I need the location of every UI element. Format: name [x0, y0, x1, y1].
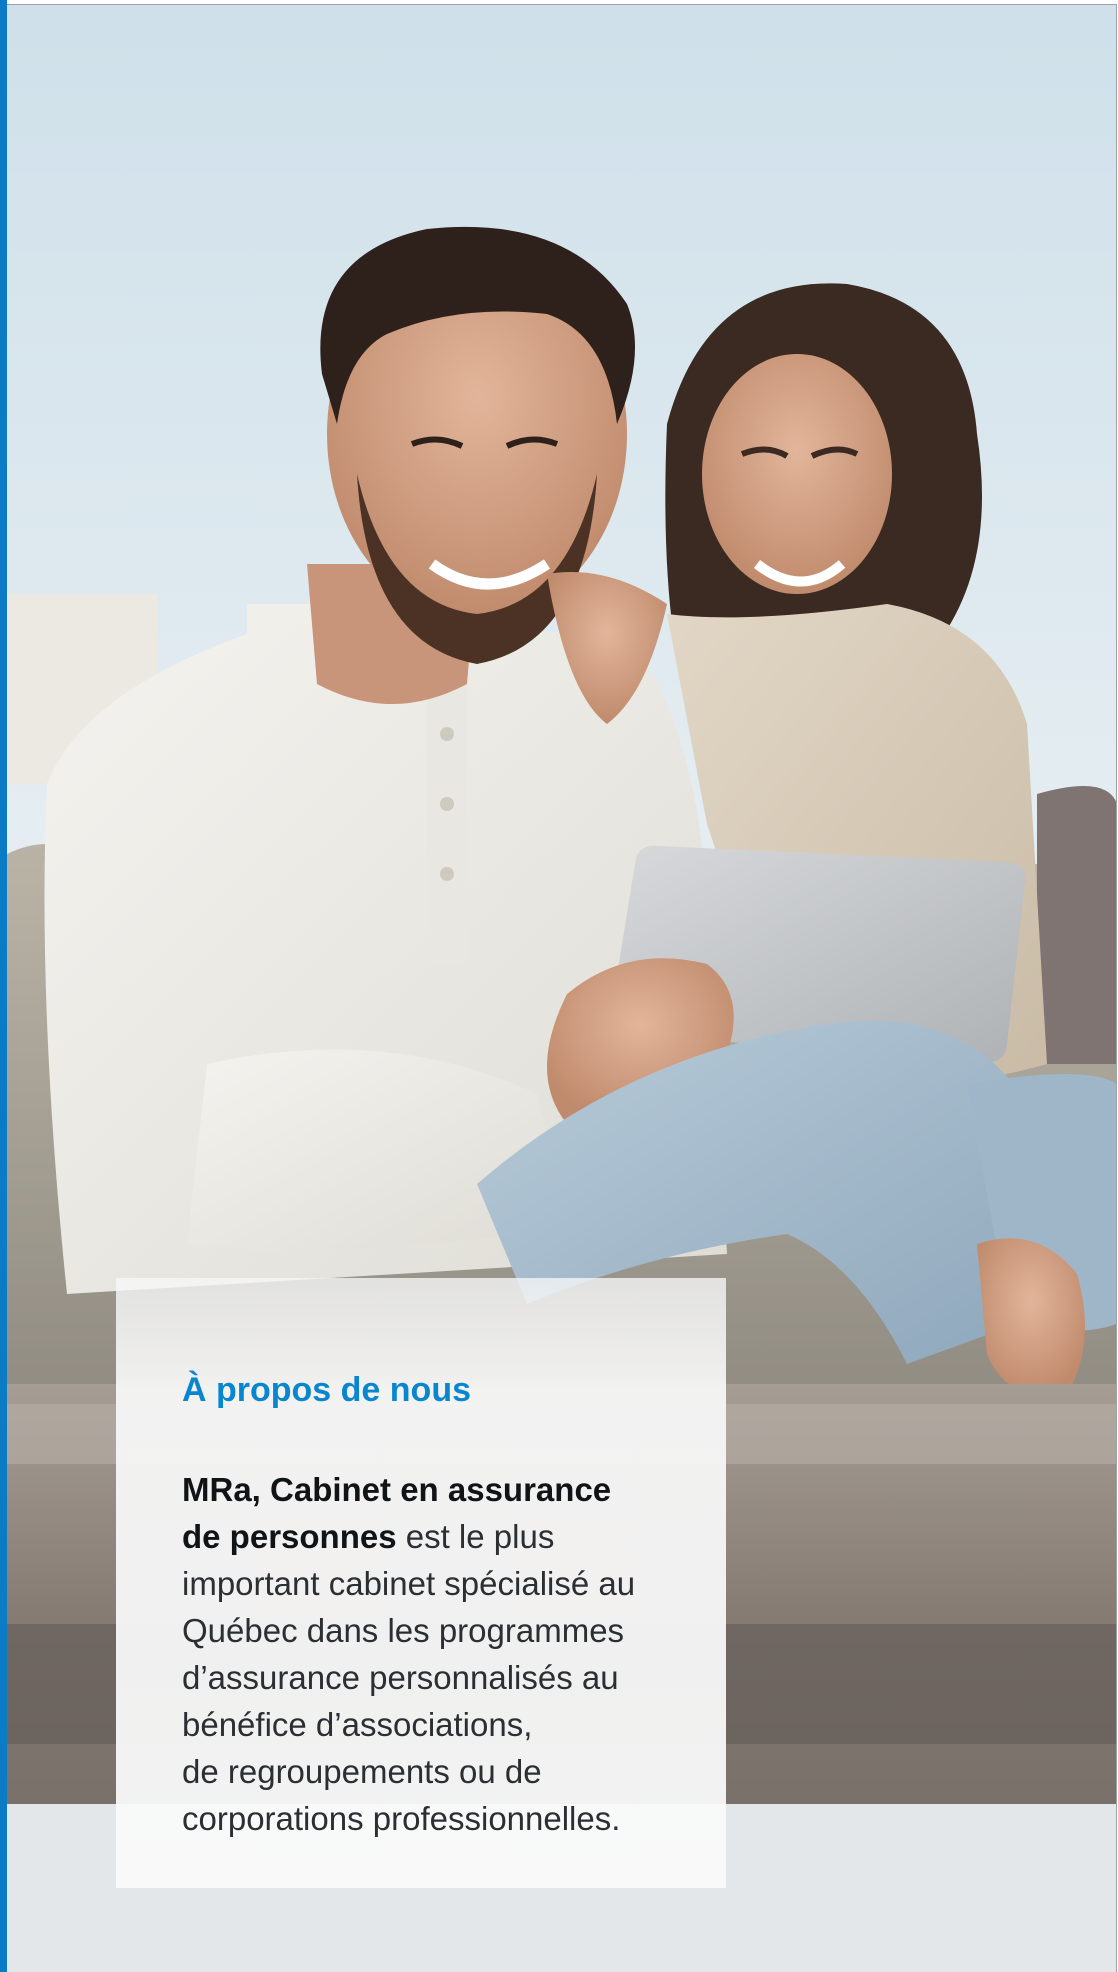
about-line: bénéfice d’associations, — [182, 1706, 533, 1743]
about-body: MRa, Cabinet en assurance de personnes e… — [182, 1466, 712, 1842]
about-line: de regroupements ou de — [182, 1753, 542, 1790]
about-line: de personnes est le plus — [182, 1518, 555, 1555]
about-line: corporations professionnelles. — [182, 1800, 621, 1837]
accent-bar — [0, 0, 7, 1972]
about-line: MRa, Cabinet en assurance — [182, 1471, 612, 1508]
brochure-page: À propos de nous MRa, Cabinet en assuran… — [0, 0, 1118, 1972]
about-line: important cabinet spécialisé au — [182, 1565, 636, 1602]
about-card: À propos de nous MRa, Cabinet en assuran… — [116, 1278, 726, 1888]
about-line: d’assurance personnalisés au — [182, 1659, 619, 1696]
about-title: À propos de nous — [182, 1371, 471, 1409]
about-line: Québec dans les programmes — [182, 1612, 625, 1649]
